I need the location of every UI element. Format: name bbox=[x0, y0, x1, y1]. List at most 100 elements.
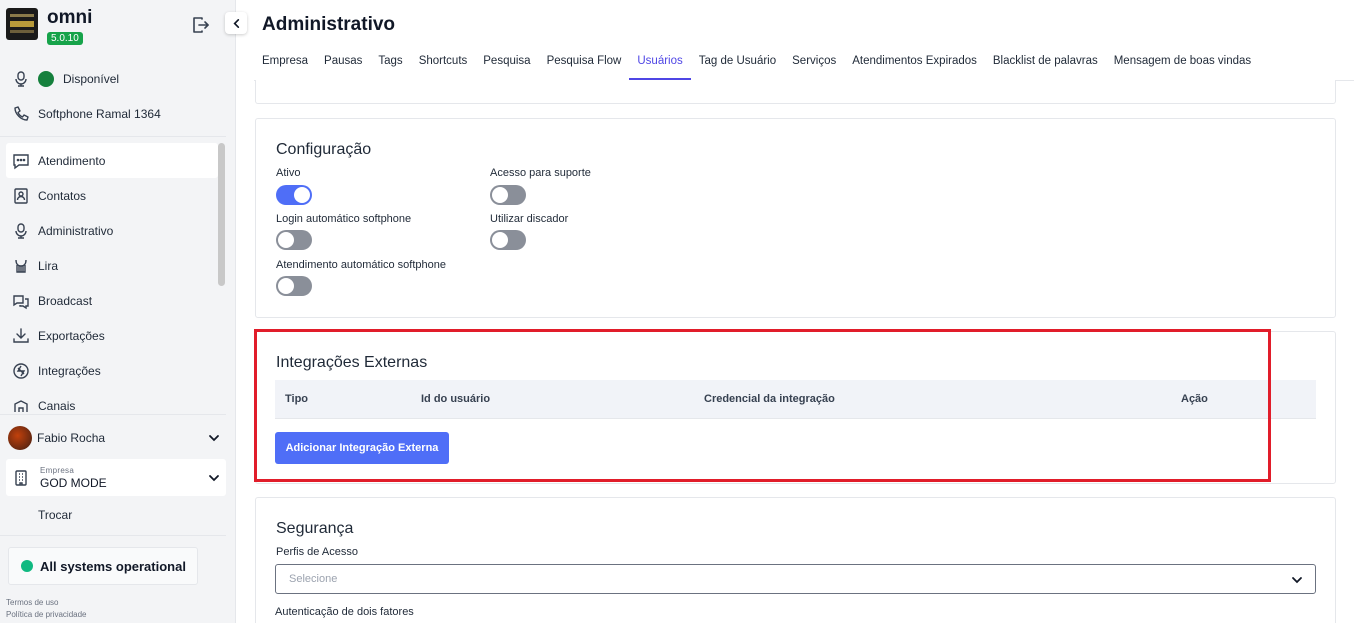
tab-empresa[interactable]: Empresa bbox=[254, 48, 316, 80]
availability-status[interactable]: Disponível bbox=[12, 69, 119, 89]
logout-icon[interactable] bbox=[190, 15, 210, 35]
tab-mensagem-de-boas-vindas[interactable]: Mensagem de boas vindas bbox=[1106, 48, 1259, 80]
toggle-login-automatico[interactable] bbox=[276, 230, 312, 250]
tab-tags[interactable]: Tags bbox=[370, 48, 410, 80]
system-status-badge[interactable]: All systems operational bbox=[8, 547, 198, 585]
user-menu[interactable]: Fabio Rocha bbox=[8, 425, 226, 451]
sidebar-item-label: Lira bbox=[38, 258, 59, 273]
sidebar-item-label: Integrações bbox=[38, 363, 101, 378]
collapse-sidebar-button[interactable] bbox=[225, 12, 247, 34]
previous-section-card bbox=[255, 80, 1336, 104]
two-factor-label: Autenticação de dois fatores bbox=[275, 606, 414, 618]
menu-scrollbar[interactable] bbox=[218, 143, 225, 413]
sidebar-item-exportacoes[interactable]: Exportações bbox=[6, 318, 218, 353]
profiles-placeholder: Selecione bbox=[289, 573, 338, 585]
main-menu: Atendimento Contatos Administrativo Lira… bbox=[6, 143, 218, 413]
phone-icon bbox=[14, 106, 29, 121]
chat-icon bbox=[13, 153, 29, 169]
toggle-utilizar-discador[interactable] bbox=[490, 230, 526, 250]
profiles-label: Perfis de Acesso bbox=[276, 546, 358, 558]
channels-icon bbox=[14, 399, 28, 412]
field-label-atendimento-automatico: Atendimento automático softphone bbox=[276, 259, 447, 271]
status-dot bbox=[21, 560, 33, 572]
sidebar-item-label: Administrativo bbox=[38, 223, 114, 238]
company-value: GOD MODE bbox=[40, 475, 107, 490]
avatar bbox=[8, 426, 32, 450]
toggle-ativo[interactable] bbox=[276, 185, 312, 205]
integrations-card: Integrações Externas Tipo Id do usuário … bbox=[255, 331, 1336, 484]
building-icon bbox=[15, 469, 27, 486]
brand-name: omni bbox=[47, 7, 93, 28]
security-card: Segurança Perfis de Acesso Selecione Aut… bbox=[255, 497, 1336, 623]
profiles-select[interactable]: Selecione bbox=[275, 564, 1316, 594]
lira-icon bbox=[15, 259, 27, 273]
field-label-utilizar-discador: Utilizar discador bbox=[490, 213, 569, 225]
tab-pesquisa[interactable]: Pesquisa bbox=[475, 48, 538, 80]
download-icon bbox=[13, 327, 29, 343]
availability-label: Disponível bbox=[63, 72, 120, 86]
integrations-title: Integrações Externas bbox=[276, 354, 428, 371]
page-title: Administrativo bbox=[262, 14, 396, 35]
softphone-row[interactable]: Softphone Ramal 1364 bbox=[12, 104, 161, 124]
column-header-acao: Ação bbox=[1181, 393, 1208, 405]
toggle-acesso-suporte[interactable] bbox=[490, 185, 526, 205]
sidebar-item-broadcast[interactable]: Broadcast bbox=[6, 283, 218, 318]
terms-link[interactable]: Termos de uso bbox=[6, 598, 58, 607]
tab-shortcuts[interactable]: Shortcuts bbox=[411, 48, 476, 80]
menu-scrollbar-thumb[interactable] bbox=[218, 143, 225, 286]
privacy-link[interactable]: Política de privacidade bbox=[6, 610, 87, 619]
security-title: Segurança bbox=[276, 520, 354, 537]
tab-servicos[interactable]: Serviços bbox=[784, 48, 844, 80]
field-label-acesso-suporte: Acesso para suporte bbox=[490, 167, 591, 179]
headset-icon bbox=[15, 71, 27, 87]
system-status-label: All systems operational bbox=[40, 558, 186, 574]
tab-pesquisa-flow[interactable]: Pesquisa Flow bbox=[539, 48, 630, 80]
column-header-credencial: Credencial da integração bbox=[704, 393, 835, 405]
company-selector[interactable]: Empresa GOD MODE bbox=[6, 459, 226, 496]
column-header-tipo: Tipo bbox=[285, 393, 309, 405]
tab-pausas[interactable]: Pausas bbox=[316, 48, 370, 80]
sidebar-item-contatos[interactable]: Contatos bbox=[6, 178, 218, 213]
status-dot bbox=[38, 71, 54, 87]
switch-company-link[interactable]: Trocar bbox=[38, 508, 72, 522]
sidebar-item-atendimento[interactable]: Atendimento bbox=[6, 143, 218, 178]
chevron-down-icon bbox=[209, 435, 219, 442]
company-label: Empresa bbox=[40, 465, 75, 475]
chevron-down-icon bbox=[1292, 577, 1302, 584]
add-external-integration-button[interactable]: Adicionar Integração Externa bbox=[275, 432, 449, 464]
sidebar-divider bbox=[0, 535, 226, 536]
sidebar: omni 5.0.10 Disponível Softphone Ramal 1… bbox=[0, 0, 236, 623]
field-label-login-automatico: Login automático softphone bbox=[276, 213, 412, 225]
sidebar-item-label: Canais bbox=[38, 398, 76, 413]
admin-tabs: Empresa Pausas Tags Shortcuts Pesquisa Pesqui… bbox=[254, 48, 1354, 81]
user-name: Fabio Rocha bbox=[37, 431, 106, 445]
config-title: Configuração bbox=[276, 141, 372, 158]
sidebar-item-label: Atendimento bbox=[38, 153, 106, 168]
sidebar-divider bbox=[0, 136, 226, 137]
admin-icon bbox=[15, 222, 27, 239]
softphone-label: Softphone Ramal 1364 bbox=[38, 107, 161, 121]
tab-usuarios[interactable]: Usuários bbox=[629, 48, 691, 80]
field-label-ativo: Ativo bbox=[276, 167, 301, 179]
omni-logo bbox=[6, 8, 38, 40]
toggle-atendimento-automatico[interactable] bbox=[276, 276, 312, 296]
version-badge: 5.0.10 bbox=[47, 32, 83, 45]
contacts-icon bbox=[14, 187, 28, 204]
sidebar-item-integracoes[interactable]: Integrações bbox=[6, 353, 218, 388]
sidebar-item-administrativo[interactable]: Administrativo bbox=[6, 213, 218, 248]
sidebar-item-canais[interactable]: Canais bbox=[6, 388, 218, 413]
sidebar-divider bbox=[0, 414, 226, 415]
chevron-left-icon bbox=[232, 18, 239, 28]
brand: omni 5.0.10 bbox=[6, 8, 92, 46]
broadcast-icon bbox=[13, 294, 29, 309]
tab-atendimentos-expirados[interactable]: Atendimentos Expirados bbox=[844, 48, 985, 80]
tab-blacklist-de-palavras[interactable]: Blacklist de palavras bbox=[985, 48, 1106, 80]
integrations-table-header: Tipo Id do usuário Credencial da integra… bbox=[275, 380, 1316, 419]
sidebar-item-lira[interactable]: Lira bbox=[6, 248, 218, 283]
sidebar-item-label: Contatos bbox=[38, 188, 87, 203]
config-card: Configuração Ativo Acesso para suporte L… bbox=[255, 118, 1336, 318]
tab-tag-de-usuario[interactable]: Tag de Usuário bbox=[691, 48, 784, 80]
chevron-down-icon bbox=[209, 474, 219, 481]
column-header-id-usuario: Id do usuário bbox=[421, 393, 491, 405]
sidebar-item-label: Exportações bbox=[38, 328, 105, 343]
